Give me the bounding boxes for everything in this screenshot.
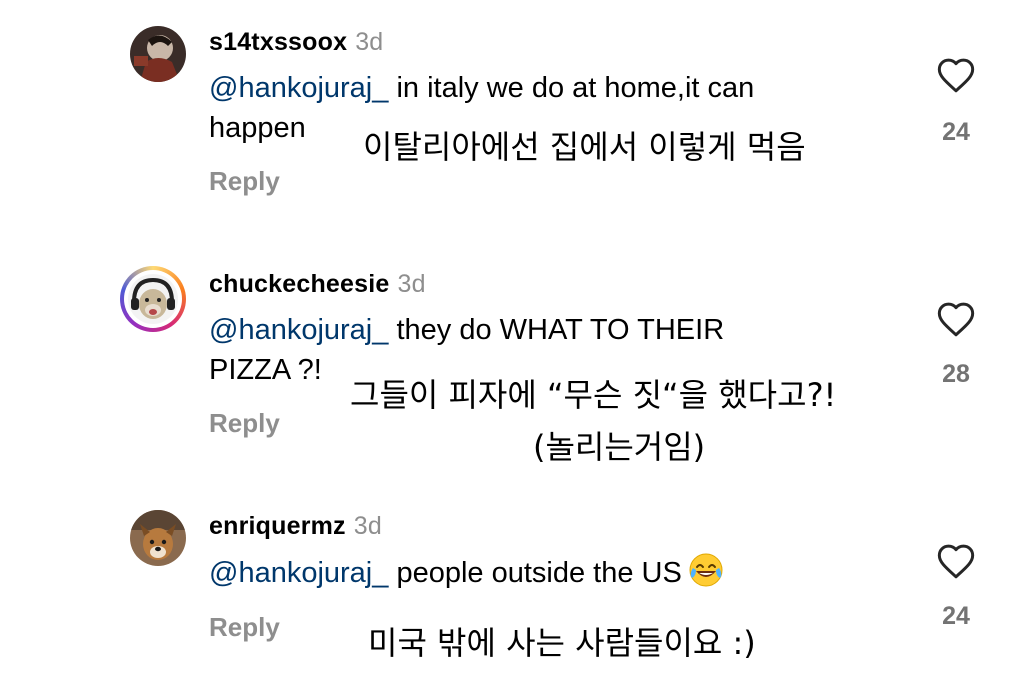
reply-button[interactable]: Reply: [209, 408, 280, 439]
comment-header: s14txssoox 3d: [209, 28, 383, 57]
mention-link[interactable]: @hankojuraj_: [209, 557, 388, 589]
like-button[interactable]: [934, 542, 978, 580]
heart-outline-icon: [937, 58, 975, 93]
reply-button[interactable]: Reply: [209, 612, 280, 643]
comment-text-line2: PIZZA ?!: [209, 354, 322, 386]
avatar[interactable]: [130, 26, 186, 82]
avatar[interactable]: [120, 266, 186, 332]
username-link[interactable]: s14txssoox: [209, 28, 347, 56]
comment-header: enriquermz 3d: [209, 512, 382, 541]
comment-timestamp: 3d: [353, 512, 382, 540]
avatar-image: [128, 274, 178, 324]
comment-timestamp: 3d: [397, 270, 426, 298]
comment-timestamp: 3d: [355, 28, 384, 56]
comment-text-line1: in italy we do at home,it can: [388, 72, 755, 104]
like-count: 24: [942, 602, 970, 630]
avatar-image: [130, 510, 186, 566]
face-with-tears-of-joy-icon: [688, 552, 724, 588]
heart-outline-icon: [937, 302, 975, 337]
translation-caption: 그들이 피자에 “무슨 짓“을 했다고?!: [350, 376, 837, 414]
like-count: 24: [942, 118, 970, 146]
like-count: 28: [942, 360, 970, 388]
comment-item: chuckecheesie 3d @hankojuraj_ they do WHA…: [0, 240, 1024, 480]
mention-link[interactable]: @hankojuraj_: [209, 314, 388, 346]
avatar-image: [130, 26, 186, 82]
like-button[interactable]: [934, 56, 978, 94]
comment-item: s14txssoox 3d @hankojuraj_ in italy we do…: [0, 0, 1024, 230]
comment-text-line1: they do WHAT TO THEIR: [388, 314, 725, 346]
username-link[interactable]: chuckecheesie: [209, 270, 390, 298]
translation-caption-note: (놀리는거임): [533, 428, 706, 466]
like-button[interactable]: [934, 300, 978, 338]
reply-button[interactable]: Reply: [209, 166, 280, 197]
translation-caption: 이탈리아에선 집에서 이렇게 먹음: [363, 128, 806, 166]
comment-text-line2: happen: [209, 112, 306, 144]
avatar[interactable]: [130, 510, 186, 566]
mention-link[interactable]: @hankojuraj_: [209, 72, 388, 104]
heart-outline-icon: [937, 544, 975, 579]
comment-text: @hankojuraj_ people outside the US: [209, 552, 869, 593]
comment-text-line1: people outside the US: [388, 557, 682, 589]
comment-header: chuckecheesie 3d: [209, 270, 426, 299]
username-link[interactable]: enriquermz: [209, 512, 346, 540]
translation-caption: 미국 밖에 사는 사람들이요 :): [368, 624, 756, 662]
comment-item: enriquermz 3d @hankojuraj_ people outside…: [0, 484, 1024, 694]
